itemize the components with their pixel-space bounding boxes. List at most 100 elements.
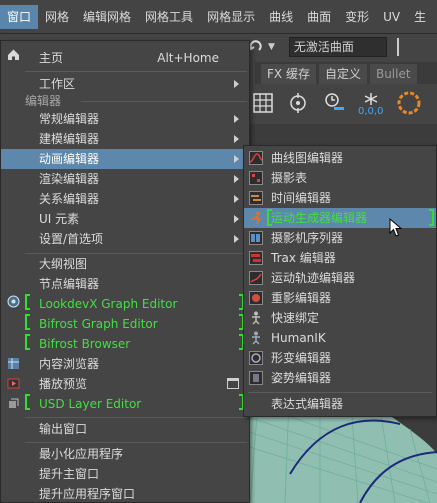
menu-item-output-window[interactable]: 输出窗口 <box>1 419 249 439</box>
menu-item-usd-layer-editor[interactable]: USD Layer Editor <box>1 394 249 414</box>
menu-item-output-window-label: 输出窗口 <box>39 422 88 436</box>
menu-item-modeling-editors[interactable]: 建模编辑器 <box>1 129 249 149</box>
submenu-item-pose-editor[interactable]: 姿势编辑器 <box>244 368 436 388</box>
menu-item-outliner[interactable]: 大纲视图 <box>1 254 249 274</box>
menu-item-raise-application-windows-label: 提升应用程序窗口 <box>39 487 136 501</box>
menu-item-node-editor[interactable]: 节点编辑器 <box>1 274 249 294</box>
menu-item-settings-preferences[interactable]: 设置/首选项 <box>1 229 249 249</box>
submenu-item-camera-sequencer[interactable]: 摄影机序列器 <box>244 228 436 248</box>
home-shortcut: Alt+Home <box>157 51 219 65</box>
submenu-item-motion-trail-editor[interactable]: 运动轨迹编辑器 <box>244 268 436 288</box>
submenu-item-shape-editor[interactable]: 形变编辑器 <box>244 348 436 368</box>
submenu-item-label: 摄影机序列器 <box>271 231 344 245</box>
menu-item-ui-elements-label: UI 元素 <box>39 212 80 226</box>
menu-uv[interactable]: UV <box>376 5 407 29</box>
grid-icon[interactable] <box>252 92 274 117</box>
menu-item-general-editors-label: 常规编辑器 <box>39 112 100 126</box>
submenu-item-label: 形变编辑器 <box>271 351 332 365</box>
menubar: 窗口 网格 编辑网格 网格工具 网格显示 曲线 曲面 变形 UV 生 <box>0 0 437 34</box>
chevron-right-icon <box>234 175 239 183</box>
tab-fx-cache[interactable]: FX 缓存 <box>261 64 316 84</box>
annotation-bracket-left <box>267 209 272 226</box>
chevron-right-icon <box>234 135 239 143</box>
submenu-item-label: HumanIK <box>271 331 326 345</box>
submenu-item-label: 曲线图编辑器 <box>271 151 344 165</box>
humanik-icon <box>249 331 263 345</box>
submenu-item-expression-editor[interactable]: 表达式编辑器 <box>244 394 436 414</box>
menu-item-raise-main-window[interactable]: 提升主窗口 <box>1 464 249 484</box>
menu-item-home[interactable]: 主页 Alt+Home <box>1 48 249 68</box>
menu-mesh[interactable]: 网格 <box>38 5 76 29</box>
menu-item-animation-editors[interactable]: 动画编辑器 <box>1 149 249 169</box>
window-menu: 主页 Alt+Home 工作区 编辑器 常规编辑器 建模编辑器 动画编辑器 渲染… <box>0 40 250 503</box>
chevron-right-icon <box>234 195 239 203</box>
submenu-item-label: 运动轨迹编辑器 <box>271 271 356 285</box>
shelf-tabs: FX 缓存 自定义 Bullet <box>255 62 437 84</box>
freeze-transform-icon[interactable]: 0,0,0 <box>358 92 383 117</box>
running-figure-icon <box>249 211 263 225</box>
menu-mesh-tools[interactable]: 网格工具 <box>138 5 200 29</box>
menu-deform[interactable]: 变形 <box>338 5 376 29</box>
submenu-item-label: Trax 编辑器 <box>271 251 336 265</box>
option-box-icon[interactable] <box>227 378 239 389</box>
menu-item-modeling-editors-label: 建模编辑器 <box>39 132 100 146</box>
orange-sphere-icon[interactable] <box>395 90 421 119</box>
tab-custom[interactable]: 自定义 <box>318 64 367 84</box>
divider <box>248 392 432 393</box>
animation-editors-submenu: 曲线图编辑器 摄影表 时间编辑器 运动生成器编辑器 摄影机序列器 Trax 编辑… <box>243 145 437 417</box>
menu-item-playblast[interactable]: 播放预览 <box>1 374 249 394</box>
submenu-item-time-editor[interactable]: 时间编辑器 <box>244 188 436 208</box>
menu-item-content-browser[interactable]: 内容浏览器 <box>1 354 249 374</box>
menu-item-rendering-editors-label: 渲染编辑器 <box>39 172 100 186</box>
time-editor-icon <box>249 191 263 205</box>
submenu-item-dope-sheet[interactable]: 摄影表 <box>244 168 436 188</box>
menu-surfaces[interactable]: 曲面 <box>300 5 338 29</box>
menu-window[interactable]: 窗口 <box>0 4 39 29</box>
menu-item-home-label: 主页 <box>39 51 64 65</box>
editors-section-header: 编辑器 <box>25 94 62 108</box>
menu-mesh-display[interactable]: 网格显示 <box>200 5 262 29</box>
ghost-editor-icon <box>249 291 263 305</box>
camera-sequencer-icon <box>249 231 263 245</box>
menu-edit-mesh[interactable]: 编辑网格 <box>76 5 138 29</box>
status-toolbar: ▼ 无激活曲面 <box>240 34 437 60</box>
menu-item-content-browser-label: 内容浏览器 <box>39 357 100 371</box>
chevron-right-icon <box>234 235 239 243</box>
menu-generate[interactable]: 生 <box>407 5 433 29</box>
menu-item-workspace[interactable]: 工作区 <box>1 74 249 94</box>
submenu-item-humanik[interactable]: HumanIK <box>244 328 436 348</box>
menu-item-raise-application-windows[interactable]: 提升应用程序窗口 <box>1 484 249 503</box>
pivot-icon[interactable] <box>286 91 310 118</box>
submenu-item-ghost-editor[interactable]: 重影编辑器 <box>244 288 436 308</box>
menu-item-animation-editors-label: 动画编辑器 <box>39 152 100 166</box>
menu-item-lookdevx-label: LookdevX Graph Editor <box>39 297 178 311</box>
timer-icon[interactable] <box>322 91 346 118</box>
submenu-item-label: 摄影表 <box>271 171 308 185</box>
submenu-item-trax-editor[interactable]: Trax 编辑器 <box>244 248 436 268</box>
chevron-right-icon <box>234 215 239 223</box>
menu-curves[interactable]: 曲线 <box>262 5 300 29</box>
submenu-item-motion-generator-editor[interactable]: 运动生成器编辑器 <box>244 208 436 228</box>
menu-item-bifrost-browser[interactable]: Bifrost Browser <box>1 334 249 354</box>
menu-item-relationship-editors-label: 关系编辑器 <box>39 192 100 206</box>
menu-item-ui-elements[interactable]: UI 元素 <box>1 209 249 229</box>
menu-item-minimize-application[interactable]: 最小化应用程序 <box>1 444 249 464</box>
chevron-right-icon <box>234 80 239 88</box>
toolbar-divider-icon <box>396 38 399 56</box>
menu-item-bifrost-graph-editor[interactable]: Bifrost Graph Editor <box>1 314 249 334</box>
submenu-item-graph-editor[interactable]: 曲线图编辑器 <box>244 148 436 168</box>
submenu-item-label: 时间编辑器 <box>271 191 332 205</box>
live-surface-dropdown[interactable]: 无激活曲面 <box>288 37 387 57</box>
menu-item-node-editor-label: 节点编辑器 <box>39 277 100 291</box>
freeze-value: 0,0,0 <box>358 105 384 117</box>
menu-item-rendering-editors[interactable]: 渲染编辑器 <box>1 169 249 189</box>
chevron-down-icon[interactable]: ▼ <box>268 42 275 52</box>
divider <box>25 442 247 443</box>
menu-item-bifrost-graph-label: Bifrost Graph Editor <box>39 317 158 331</box>
submenu-item-quick-rig[interactable]: 快速绑定 <box>244 308 436 328</box>
menu-item-general-editors[interactable]: 常规编辑器 <box>1 109 249 129</box>
menu-item-relationship-editors[interactable]: 关系编辑器 <box>1 189 249 209</box>
tab-bullet[interactable]: Bullet <box>369 64 417 84</box>
redo-icon[interactable] <box>248 38 264 57</box>
menu-item-lookdevx-graph-editor[interactable]: LookdevX Graph Editor <box>1 294 249 314</box>
